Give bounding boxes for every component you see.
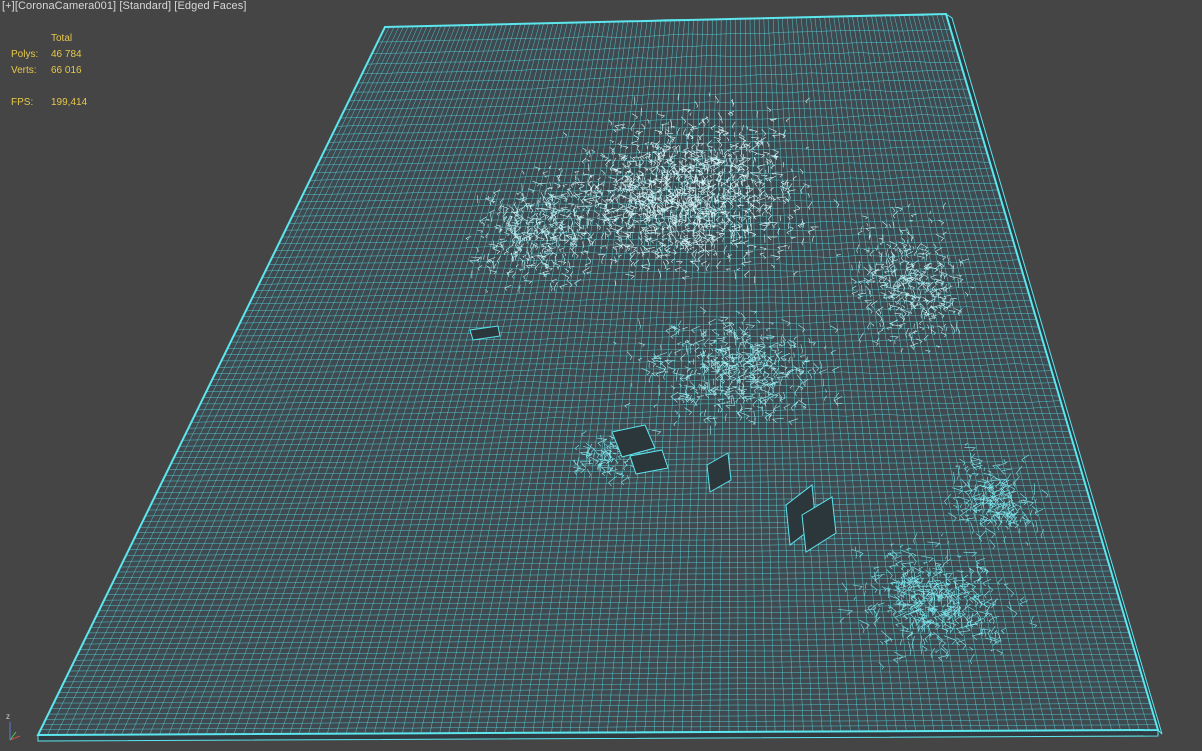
stats-total-header: Total <box>51 33 73 44</box>
viewport-display-menu[interactable]: [Edged Faces] <box>174 0 246 12</box>
stats-verts-value: 66 016 <box>51 65 82 76</box>
wireframe-terrain-mesh[interactable] <box>0 0 1202 751</box>
stats-polys-label: Polys: <box>11 49 39 60</box>
axis-z-label: z <box>6 712 10 721</box>
viewport-plus-menu[interactable]: [+] <box>2 0 15 12</box>
stats-fps-value: 199,414 <box>51 97 88 108</box>
viewport-3d[interactable]: [+][CoronaCamera001] [Standard] [Edged F… <box>0 0 1202 751</box>
viewport-shading-menu[interactable]: [Standard] <box>119 0 171 12</box>
stats-fps-label: FPS: <box>11 97 34 108</box>
viewport-label-menu: [+][CoronaCamera001] [Standard] [Edged F… <box>2 0 247 12</box>
axis-tripod-icon: z <box>6 712 21 741</box>
stats-polys-value: 46 784 <box>51 49 82 60</box>
stats-verts-label: Verts: <box>11 65 37 76</box>
viewport-camera-menu[interactable]: [CoronaCamera001] <box>15 0 116 12</box>
